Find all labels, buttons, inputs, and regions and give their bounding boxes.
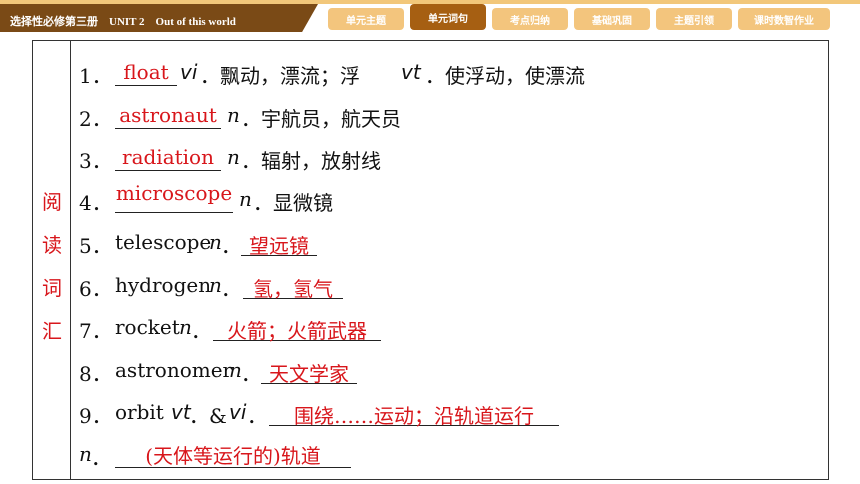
item-number: 2． [79,107,112,131]
word: rocket [115,315,180,339]
part-of-speech: vi [229,400,247,424]
answer-blank: 望远镜 [241,230,317,258]
item-number: 9． [79,404,112,428]
answer-blank: astronaut [115,103,221,129]
answer-text: radiation [122,145,214,169]
tab-unit-theme[interactable]: 单元主题 [328,8,404,30]
item-number: 4． [79,191,112,215]
side-label-char: 汇 [42,319,62,343]
answer-blank: radiation [115,145,221,171]
vocab-row-5: 5． telescope n ． 望远镜 [79,230,799,258]
part-of-speech: vt [401,60,421,84]
part-of-speech: vt [171,400,191,424]
part-of-speech: n [209,273,222,297]
vocab-row-7: 7． rocket n ． 火箭；火箭武器 [79,315,799,343]
item-number: 6． [79,277,112,301]
book-title: 选择性必修第三册 UNIT 2 Out of this world [10,16,236,28]
definition: ．飘动，漂流；浮 [200,64,360,88]
definition: ．使浮动，使漂流 [425,64,585,88]
separator: ．& [189,404,227,428]
part-of-speech: n [209,230,222,254]
vocab-row-8: 8． astronomer n ． 天文学家 [79,358,799,386]
part-of-speech: n [227,145,240,169]
part-of-speech: n [179,315,192,339]
answer-text: astronaut [119,103,217,127]
vocabulary-panel: 阅 读 词 汇 1． float vi ．飘动，漂流；浮 vt ．使浮动，使漂流… [32,40,829,480]
answer-text: 围绕……运动；沿轨道运行 [294,404,534,428]
answer-blank: 火箭；火箭武器 [213,315,381,343]
definition: ．宇航员，航天员 [241,107,401,131]
answer-text: 氢，氢气 [253,277,333,301]
side-label-char: 读 [42,233,62,257]
side-label-column: 阅 读 词 汇 [33,41,71,479]
word: hydrogen [115,273,212,297]
part-of-speech: n [229,358,242,382]
item-number: 3． [79,149,112,173]
word: orbit [115,400,164,424]
answer-blank: 氢，氢气 [243,273,343,301]
answer-text: 火箭；火箭武器 [227,319,367,343]
tab-key-points[interactable]: 考点归纳 [492,8,568,30]
answer-blank: microscope [115,181,233,213]
item-number: 5． [79,234,112,258]
vocab-row-2: 2． astronaut n ．宇航员，航天员 [79,103,799,131]
tab-unit-vocabulary[interactable]: 单元词句 [410,4,486,30]
book-title-tab: 选择性必修第三册 UNIT 2 Out of this world [0,4,318,32]
item-number: 7． [79,319,112,343]
answer-blank: float [115,60,177,86]
tab-basic-practice[interactable]: 基础巩固 [574,8,650,30]
item-number: 1． [79,64,112,88]
part-of-speech: n [227,103,240,127]
item-number: 8． [79,362,112,386]
vocab-row-4: 4． microscope n ．显微镜 [79,181,799,215]
top-navigation-bar: 选择性必修第三册 UNIT 2 Out of this world 单元主题 单… [0,0,860,32]
side-label-char: 阅 [42,190,62,214]
answer-text: float [123,60,169,84]
tab-theme-lead[interactable]: 主题引领 [656,8,732,30]
word: telescope [115,230,212,254]
definition: ．显微镜 [253,191,333,215]
vocab-row-6: 6． hydrogen n ． 氢，氢气 [79,273,799,301]
vocab-row-9: 9． orbit vt ．& vi ． 围绕……运动；沿轨道运行 [79,400,799,428]
tab-homework[interactable]: 课时数智作业 [738,8,830,30]
vocab-row-1: 1． float vi ．飘动，漂流；浮 vt ．使浮动，使漂流 [79,60,799,88]
vocab-row-10: n ． (天体等运行的)轨道 [79,442,799,470]
word: astronomer [115,358,233,382]
answer-blank: 围绕……运动；沿轨道运行 [269,400,559,428]
side-label-char: 词 [42,276,62,300]
answer-text: 望远镜 [249,234,309,258]
answer-text: 天文学家 [269,362,349,386]
part-of-speech: n [79,442,92,466]
answer-text: (天体等运行的)轨道 [145,444,321,468]
answer-blank: (天体等运行的)轨道 [115,442,351,468]
definition: ．辐射，放射线 [241,149,381,173]
answer-text: microscope [115,181,233,205]
answer-blank: 天文学家 [261,358,357,386]
vocab-row-3: 3． radiation n ．辐射，放射线 [79,145,799,173]
part-of-speech: n [239,187,252,211]
part-of-speech: vi [180,60,198,84]
